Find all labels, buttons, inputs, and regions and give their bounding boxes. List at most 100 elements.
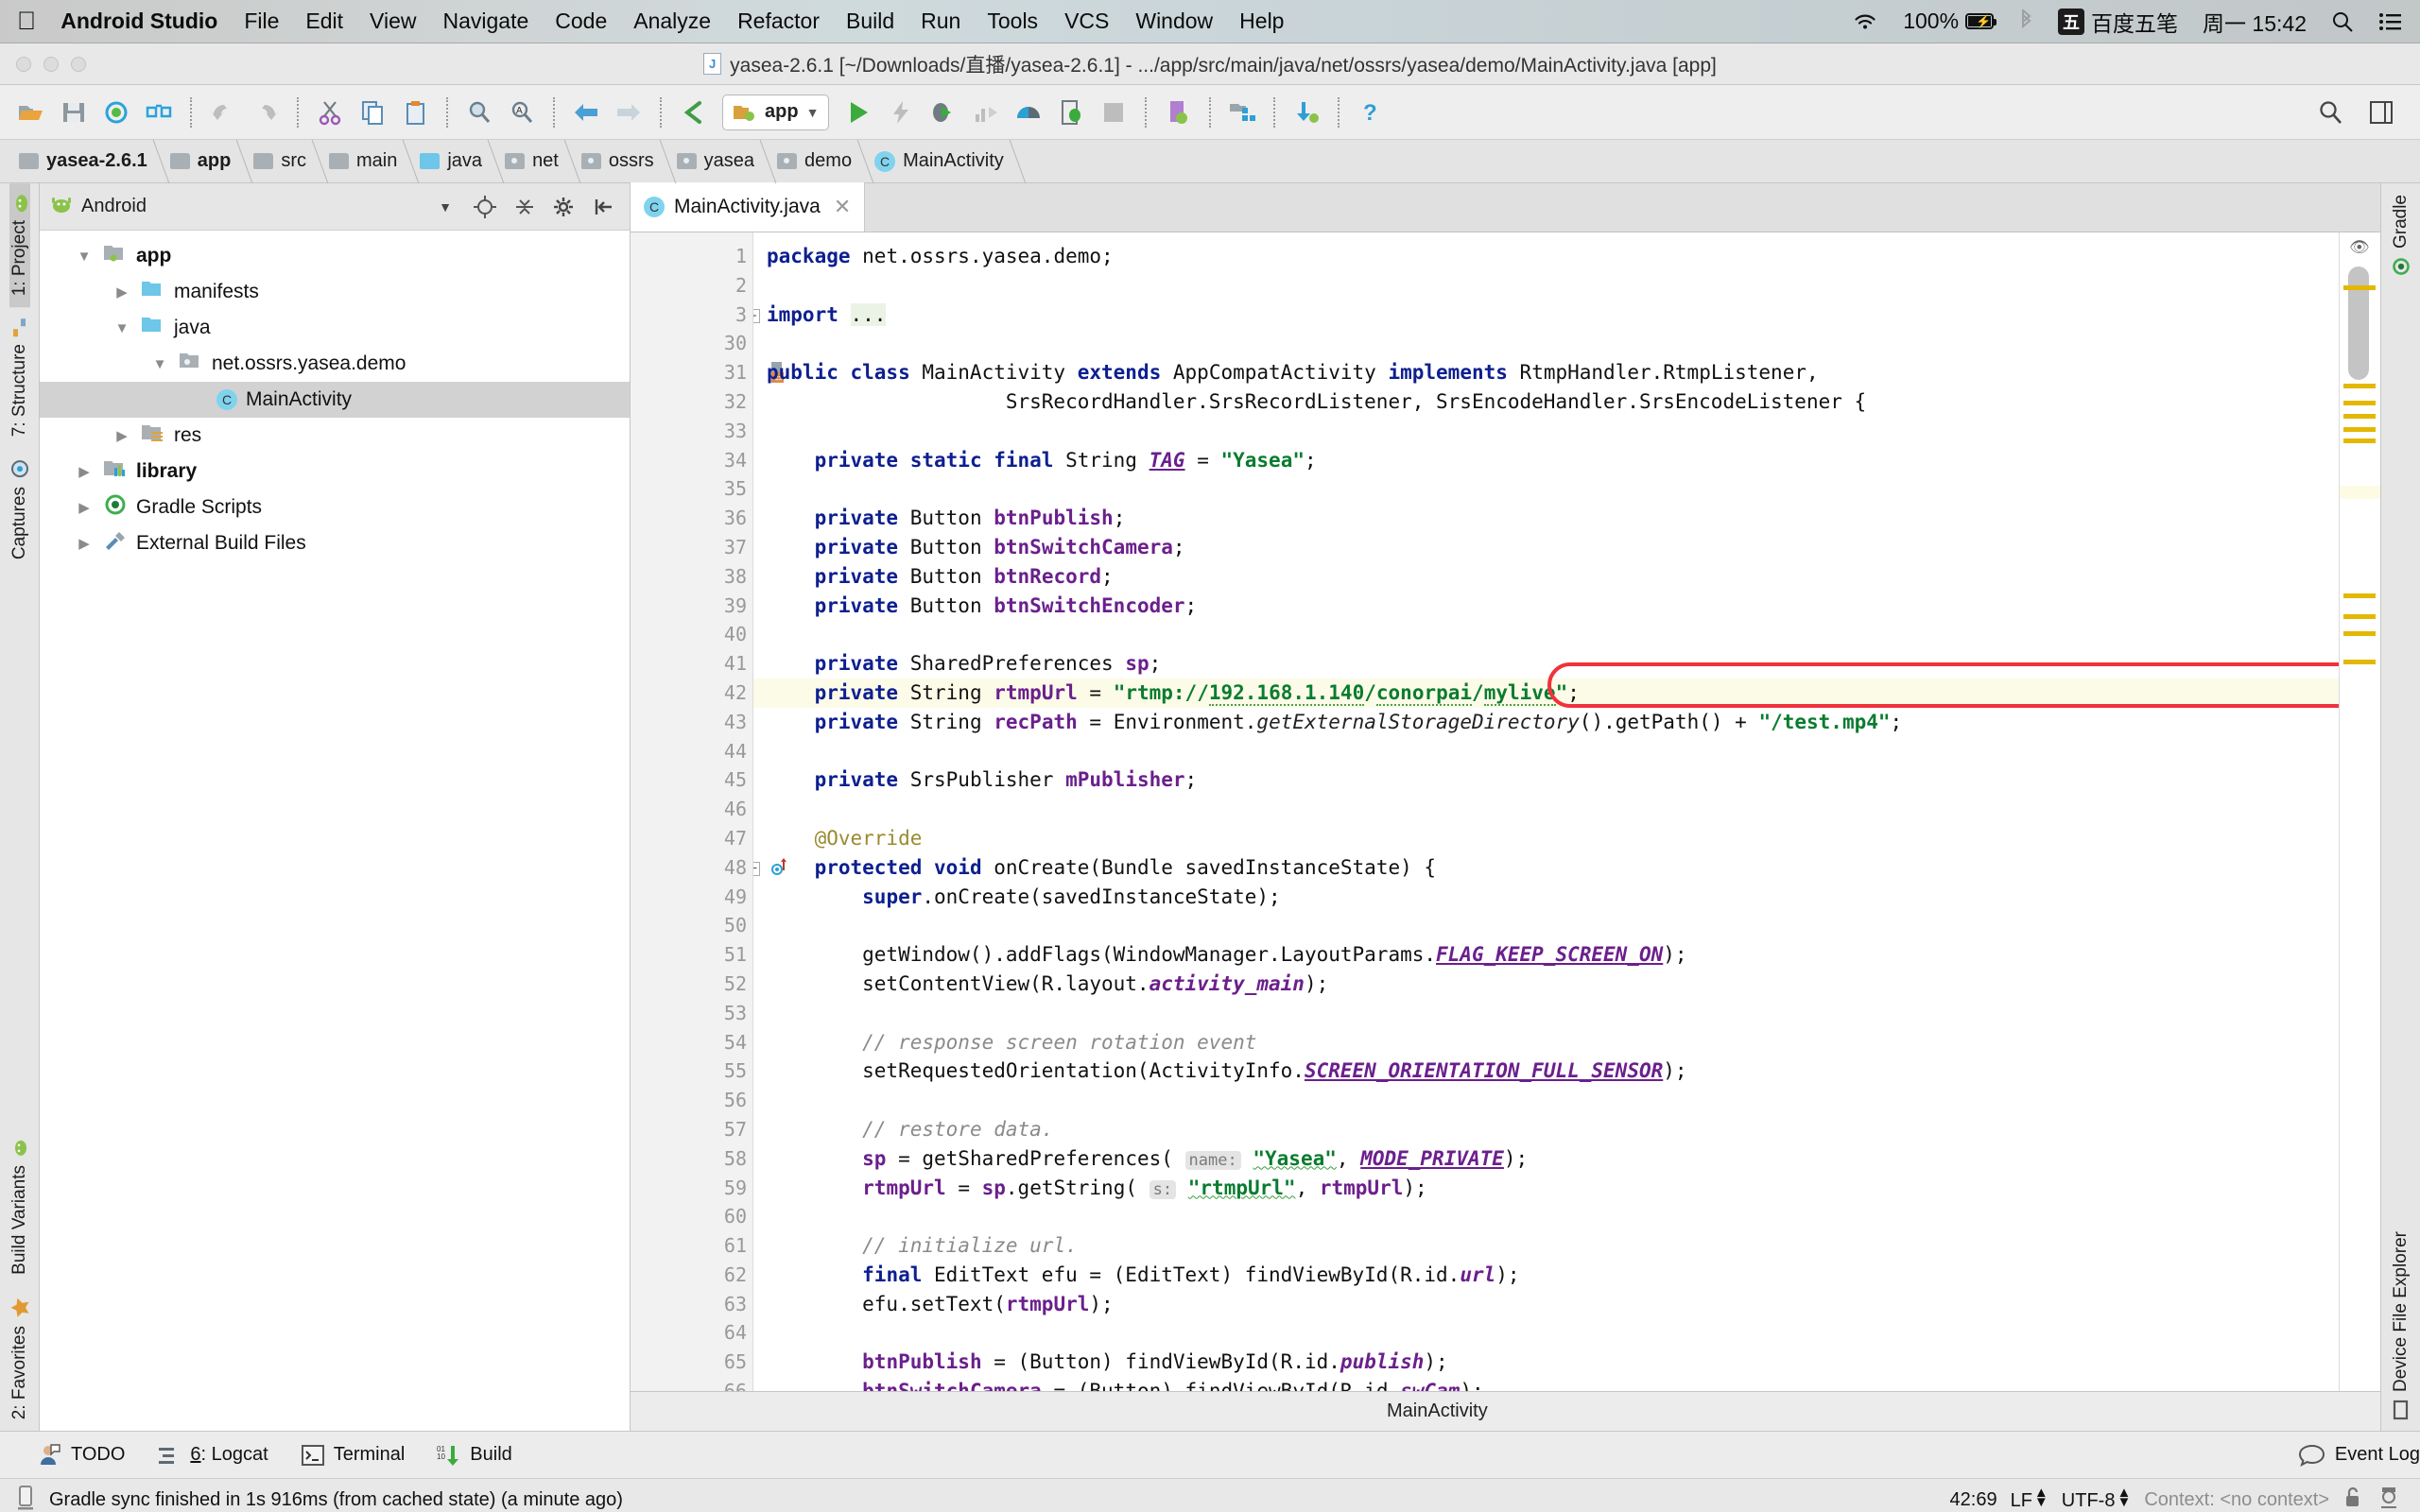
expand-arrow-icon[interactable] <box>112 320 132 336</box>
tree-item-res[interactable]: res <box>40 418 630 454</box>
save-all-icon[interactable] <box>54 93 94 132</box>
sdk-manager-icon[interactable] <box>1222 93 1262 132</box>
battery-status[interactable]: 100% ⚡ <box>1903 9 1997 34</box>
tree-item-package[interactable]: net.ossrs.yasea.demo <box>40 346 630 382</box>
run-icon[interactable] <box>838 93 878 132</box>
search-everywhere-icon[interactable] <box>2310 93 2350 132</box>
sync-project-icon[interactable] <box>96 93 136 132</box>
bottom-tab-terminal[interactable]: Terminal <box>301 1444 405 1467</box>
sidebar-item-project[interactable]: 1: Project <box>9 183 30 308</box>
editor-breadcrumb-label[interactable]: MainActivity <box>1387 1400 1488 1422</box>
expand-arrow-icon[interactable] <box>112 427 132 444</box>
breadcrumb-item-demo[interactable]: demo <box>768 140 865 183</box>
expand-arrow-icon[interactable] <box>112 284 132 301</box>
breadcrumb-item-src[interactable]: src <box>244 140 320 183</box>
collapse-all-icon[interactable] <box>509 191 541 223</box>
code-content[interactable]: package net.ossrs.yasea.demo; +import ..… <box>753 232 2339 1391</box>
profiler-icon[interactable] <box>1009 93 1048 132</box>
hector-inspector-icon[interactable] <box>2377 1486 2401 1512</box>
tree-item-manifests[interactable]: manifests <box>40 274 630 310</box>
debug-icon[interactable] <box>924 93 963 132</box>
copy-icon[interactable] <box>353 93 392 132</box>
bottom-tab-build[interactable]: 01 10 Build <box>437 1443 512 1468</box>
breadcrumb-item-project[interactable]: yasea-2.6.1 <box>9 140 161 183</box>
sidebar-item-captures[interactable]: Captures <box>9 448 30 571</box>
run-with-coverage-icon[interactable] <box>966 93 1006 132</box>
editor-overview-marker-bar[interactable]: 👁 <box>2339 232 2380 1391</box>
hide-panel-icon[interactable] <box>588 191 620 223</box>
tree-item-app[interactable]: app <box>40 238 630 274</box>
menu-window[interactable]: Window <box>1135 9 1213 34</box>
event-log-button[interactable]: Event Log <box>2298 1443 2420 1468</box>
menu-tools[interactable]: Tools <box>987 9 1038 34</box>
breadcrumb-item-main[interactable]: main <box>320 140 410 183</box>
context-label[interactable]: Context: <no context> <box>2144 1489 2329 1511</box>
menu-navigate[interactable]: Navigate <box>442 9 528 34</box>
menu-help[interactable]: Help <box>1239 9 1284 34</box>
tree-item-mainactivity[interactable]: C MainActivity <box>40 382 630 418</box>
menu-file[interactable]: File <box>244 9 279 34</box>
sidebar-item-device-file-explorer[interactable]: Device File Explorer <box>2391 1220 2411 1431</box>
paste-icon[interactable] <box>395 93 435 132</box>
close-icon[interactable]: ✕ <box>834 195 851 219</box>
layout-icon[interactable] <box>2361 93 2401 132</box>
tab-mainactivity-java[interactable]: C MainActivity.java ✕ <box>631 182 866 232</box>
menu-build[interactable]: Build <box>846 9 894 34</box>
bottom-tab-logcat[interactable]: 6: Logcat <box>157 1444 268 1467</box>
open-folder-icon[interactable] <box>11 93 51 132</box>
menu-edit[interactable]: Edit <box>305 9 343 34</box>
expand-arrow-icon[interactable] <box>74 249 95 265</box>
jump-to-source-icon[interactable] <box>673 93 713 132</box>
breadcrumb-item-app[interactable]: app <box>161 140 245 183</box>
menu-refactor[interactable]: Refactor <box>737 9 820 34</box>
refresh-icon[interactable] <box>139 93 179 132</box>
breadcrumb-item-net[interactable]: net <box>495 140 572 183</box>
back-icon[interactable] <box>566 93 606 132</box>
sidebar-item-favorites[interactable]: 2: Favorites <box>9 1286 30 1431</box>
expand-arrow-icon[interactable] <box>149 356 170 372</box>
breadcrumb-item-java[interactable]: java <box>410 140 495 183</box>
menu-vcs[interactable]: VCS <box>1064 9 1109 34</box>
fold-toggle-icon[interactable]: + <box>753 308 760 323</box>
fold-toggle-icon[interactable]: ─ <box>753 861 760 876</box>
forward-icon[interactable] <box>609 93 648 132</box>
tree-item-java[interactable]: java <box>40 310 630 346</box>
menu-analyze[interactable]: Analyze <box>633 9 711 34</box>
undo-icon[interactable] <box>203 93 243 132</box>
encoding-selector[interactable]: UTF-8 ▲ ▼ <box>2062 1486 2132 1512</box>
help-icon[interactable]: ? <box>1351 93 1391 132</box>
sidebar-item-gradle[interactable]: Gradle <box>2391 183 2411 287</box>
replace-icon[interactable]: A <box>502 93 542 132</box>
expand-arrow-icon[interactable] <box>74 463 95 480</box>
chevron-down-icon[interactable]: ▼ <box>429 191 461 223</box>
control-center-icon[interactable] <box>2378 11 2403 32</box>
tree-item-gradle-scripts[interactable]: Gradle Scripts <box>40 490 630 525</box>
sidebar-item-build-variants[interactable]: Build Variants <box>9 1128 30 1286</box>
clock-label[interactable]: 周一 15:42 <box>2203 6 2307 38</box>
menu-run[interactable]: Run <box>921 9 960 34</box>
apple-logo-icon[interactable]:  <box>17 9 36 34</box>
redo-icon[interactable] <box>246 93 285 132</box>
spotlight-search-icon[interactable] <box>2331 10 2354 33</box>
locate-icon[interactable] <box>469 191 501 223</box>
find-icon[interactable] <box>459 93 499 132</box>
expand-arrow-icon[interactable] <box>74 535 95 552</box>
bottom-tab-todo[interactable]: TODO <box>38 1443 125 1468</box>
line-separator-selector[interactable]: LF ▲ ▼ <box>2011 1486 2048 1512</box>
menu-code[interactable]: Code <box>555 9 607 34</box>
menu-app-name[interactable]: Android Studio <box>60 9 217 34</box>
caret-position[interactable]: 42:69 <box>1950 1489 1997 1511</box>
project-view-selector[interactable]: Android <box>81 196 422 217</box>
apply-changes-icon[interactable] <box>881 93 921 132</box>
eye-icon[interactable]: 👁 <box>2349 238 2370 257</box>
unlock-icon[interactable] <box>2342 1486 2363 1512</box>
bluetooth-icon[interactable] <box>2018 9 2033 34</box>
cut-icon[interactable] <box>310 93 350 132</box>
tree-item-external-build-files[interactable]: External Build Files <box>40 525 630 561</box>
settings-gear-icon[interactable] <box>548 191 580 223</box>
attach-debugger-icon[interactable] <box>1051 93 1091 132</box>
menu-view[interactable]: View <box>370 9 416 34</box>
input-method-indicator[interactable]: 五 百度五笔 <box>2058 6 2178 38</box>
breadcrumb-item-ossrs[interactable]: ossrs <box>572 140 667 183</box>
breadcrumb-item-mainactivity[interactable]: C MainActivity <box>865 140 1017 183</box>
